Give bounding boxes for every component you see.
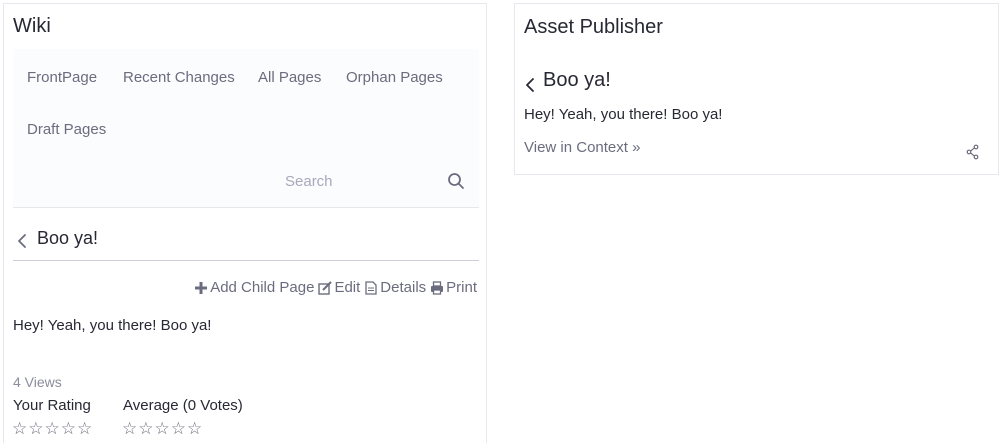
star-icon: ☆ (154, 419, 171, 438)
printer-icon (431, 280, 444, 295)
page-header: Boo ya! (13, 226, 479, 261)
share-icon[interactable] (966, 144, 980, 160)
search-input[interactable] (275, 167, 435, 195)
back-icon[interactable] (524, 76, 536, 94)
star-icon: ☆ (138, 419, 155, 438)
nav-orphan-pages[interactable]: Orphan Pages (346, 69, 443, 86)
star-icon[interactable]: ☆ (61, 419, 77, 438)
asset-summary: Hey! Yeah, you there! Boo ya! (524, 106, 723, 123)
nav-frontpage[interactable]: FrontPage (27, 69, 97, 86)
wiki-portlet-title: Wiki (13, 15, 51, 37)
average-rating-label: Average (0 Votes) (123, 397, 243, 414)
your-rating-stars: ☆☆☆☆☆ (12, 419, 93, 439)
plus-icon (195, 281, 208, 294)
star-icon: ☆ (187, 419, 204, 438)
search-icon[interactable] (447, 172, 465, 190)
edit-button[interactable]: Edit (318, 279, 360, 296)
print-label: Print (446, 279, 477, 296)
details-button[interactable]: Details (364, 279, 426, 296)
details-label: Details (380, 279, 427, 296)
nav-all-pages[interactable]: All Pages (258, 69, 321, 86)
page-actions: Add Child Page Edit Details Print (194, 279, 477, 296)
asset-entry-title[interactable]: Boo ya! (543, 69, 611, 92)
view-count: 4 Views (13, 374, 62, 390)
wiki-portlet: Wiki FrontPage Recent Changes All Pages … (3, 3, 487, 443)
search-bar (275, 167, 465, 195)
nav-recent-changes[interactable]: Recent Changes (123, 69, 235, 86)
nav-draft-pages[interactable]: Draft Pages (27, 121, 106, 138)
add-child-page-label: Add Child Page (210, 279, 315, 296)
edit-label: Edit (334, 279, 361, 296)
print-button[interactable]: Print (430, 279, 477, 296)
wiki-navbar: FrontPage Recent Changes All Pages Orpha… (13, 49, 479, 208)
page-title: Boo ya! (37, 228, 99, 248)
edit-icon (318, 280, 333, 295)
star-icon[interactable]: ☆ (77, 419, 93, 438)
your-rating-label: Your Rating (13, 397, 91, 414)
star-icon[interactable]: ☆ (45, 419, 61, 438)
star-icon: ☆ (122, 419, 139, 438)
star-icon[interactable]: ☆ (28, 419, 44, 438)
view-in-context-link[interactable]: View in Context » (524, 139, 640, 156)
asset-publisher-portlet: Asset Publisher Boo ya! Hey! Yeah, you t… (514, 3, 999, 175)
back-icon[interactable] (15, 232, 29, 250)
add-child-page-button[interactable]: Add Child Page (194, 279, 314, 296)
document-icon (365, 280, 377, 295)
star-icon: ☆ (170, 419, 187, 438)
average-rating-stars: ☆☆☆☆☆ (122, 419, 203, 439)
wiki-page-content: Hey! Yeah, you there! Boo ya! (13, 317, 212, 334)
star-icon[interactable]: ☆ (12, 419, 28, 438)
asset-publisher-title: Asset Publisher (524, 16, 663, 38)
